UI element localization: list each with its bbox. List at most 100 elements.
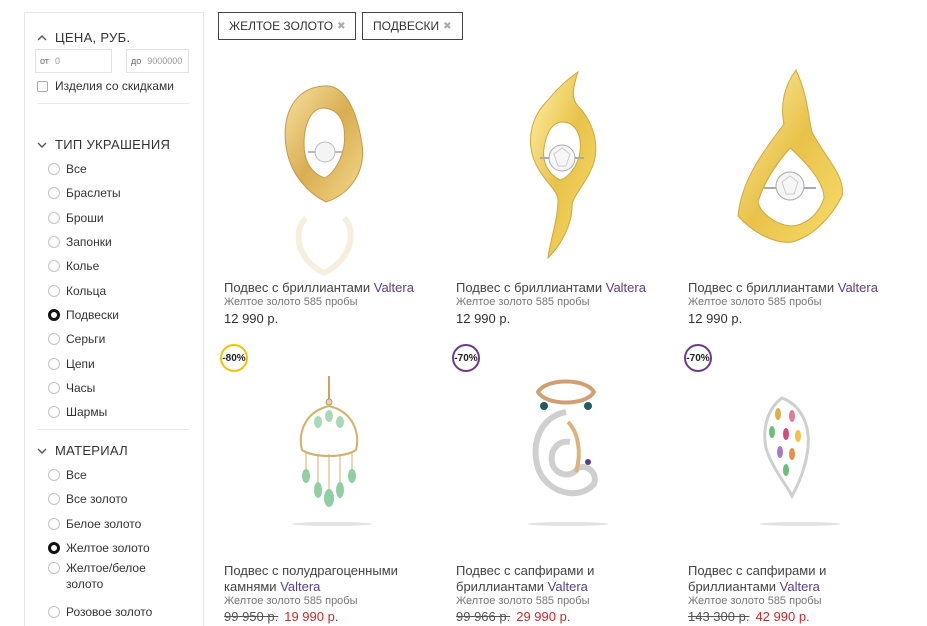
type-option-label: Подвески xyxy=(66,307,119,322)
radio-selected-icon[interactable] xyxy=(48,542,60,555)
radio-icon[interactable] xyxy=(48,406,60,419)
product-title[interactable]: Подвес с сапфирами и бриллиантами Valter… xyxy=(688,563,908,595)
shadow xyxy=(528,522,608,526)
product-price: 99 950 р. 19 990 р. xyxy=(224,609,339,624)
radio-icon[interactable] xyxy=(48,381,60,394)
type-option[interactable]: Браслеты xyxy=(48,181,198,205)
price-section-title: ЦЕНА, РУБ. xyxy=(55,30,131,45)
shadow xyxy=(760,522,840,526)
material-option-label: Белое золото xyxy=(66,516,142,531)
material-option-label: Все xyxy=(66,468,87,483)
brand-link[interactable]: Valtera xyxy=(280,579,320,594)
product-material: Желтое золото 585 пробы xyxy=(224,296,358,308)
product-image[interactable] xyxy=(516,372,616,532)
radio-icon[interactable] xyxy=(48,163,60,176)
radio-icon[interactable] xyxy=(48,333,60,346)
radio-icon[interactable] xyxy=(48,493,60,506)
brand-link[interactable]: Valtera xyxy=(374,280,414,295)
type-option[interactable]: Запонки xyxy=(48,230,198,254)
price-to-input[interactable]: до 9000000 xyxy=(126,49,189,73)
radio-icon[interactable] xyxy=(48,236,60,249)
product-card[interactable]: -70% Подвес с сапфирами и бриллиантами V… xyxy=(684,342,908,626)
product-card[interactable]: -70% Подвес с сапфирами и бриллиантами V… xyxy=(452,342,676,626)
close-icon[interactable]: ✖ xyxy=(337,21,345,32)
product-title[interactable]: Подвес с бриллиантами Valtera xyxy=(224,280,444,296)
chip-label: ПОДВЕСКИ xyxy=(373,19,440,33)
type-option[interactable]: Цепи xyxy=(48,351,198,375)
type-option-label: Запонки xyxy=(66,235,112,250)
radio-icon[interactable] xyxy=(48,469,60,482)
price-from-input[interactable]: от 0 xyxy=(35,49,112,73)
discount-checkbox[interactable] xyxy=(37,80,48,92)
material-option[interactable]: Желтое/белое золото xyxy=(48,560,198,600)
type-option[interactable]: Часы xyxy=(48,376,198,400)
radio-icon[interactable] xyxy=(48,517,60,530)
radio-icon[interactable] xyxy=(48,211,60,224)
type-option[interactable]: Шармы xyxy=(48,400,198,424)
type-section-header[interactable]: ТИП УКРАШЕНИЯ xyxy=(37,137,170,152)
type-option[interactable]: Серьги xyxy=(48,327,198,351)
price-section-header[interactable]: ЦЕНА, РУБ. xyxy=(37,30,130,45)
product-title[interactable]: Подвес с бриллиантами Valtera xyxy=(688,280,908,296)
discount-checkbox-row[interactable]: Изделия со скидками xyxy=(37,79,174,93)
material-radio-list: Все Все золото Белое золото Желтое золото Же… xyxy=(48,463,198,624)
radio-icon[interactable] xyxy=(48,284,60,297)
product-card[interactable]: Подвес с бриллиантами Valtera Желтое зол… xyxy=(224,60,444,330)
active-filter-chip[interactable]: ПОДВЕСКИ ✖ xyxy=(362,12,463,40)
chevron-up-icon xyxy=(37,33,47,43)
product-material: Желтое золото 585 пробы xyxy=(456,595,590,607)
chip-label: ЖЕЛТОЕ ЗОЛОТО xyxy=(229,19,334,33)
product-material: Желтое золото 585 пробы xyxy=(688,296,822,308)
type-option-label: Цепи xyxy=(66,356,95,371)
close-icon[interactable]: ✖ xyxy=(443,21,451,32)
material-option-label: Розовое золото xyxy=(66,605,153,620)
brand-link[interactable]: Valtera xyxy=(780,579,820,594)
type-option[interactable]: Броши xyxy=(48,206,198,230)
material-option[interactable]: Розовое золото xyxy=(48,600,198,624)
discount-badge: -70% xyxy=(684,344,712,372)
material-option[interactable]: Все xyxy=(48,463,198,487)
price-from-placeholder: 0 xyxy=(54,56,60,66)
discount-label: Изделия со скидками xyxy=(55,79,174,93)
active-filter-chip[interactable]: ЖЕЛТОЕ ЗОЛОТО ✖ xyxy=(218,12,357,40)
radio-icon[interactable] xyxy=(48,260,60,273)
type-option[interactable]: Колье xyxy=(48,254,198,278)
product-title[interactable]: Подвес с бриллиантами Valtera xyxy=(456,280,676,296)
product-title[interactable]: Подвес с полудрагоценными камнями Valter… xyxy=(224,563,444,595)
product-price: 12 990 р. xyxy=(688,311,743,326)
radio-icon[interactable] xyxy=(48,562,60,575)
type-option[interactable]: Все xyxy=(48,157,198,181)
brand-link[interactable]: Valtera xyxy=(606,280,646,295)
brand-link[interactable]: Valtera xyxy=(838,280,878,295)
type-option[interactable]: Подвески xyxy=(48,303,198,327)
radio-icon[interactable] xyxy=(48,357,60,370)
product-material: Желтое золото 585 пробы xyxy=(224,595,358,607)
material-option[interactable]: Белое золото xyxy=(48,512,198,536)
product-image[interactable] xyxy=(496,66,626,271)
product-image[interactable] xyxy=(752,392,822,502)
material-option-label: Все золото xyxy=(66,492,128,507)
product-title[interactable]: Подвес с сапфирами и бриллиантами Valter… xyxy=(456,563,676,595)
brand-link[interactable]: Valtera xyxy=(548,579,588,594)
type-radio-list: Все Браслеты Броши Запонки Колье Кольца Подвес… xyxy=(48,157,198,424)
material-section-header[interactable]: МАТЕРИАЛ xyxy=(37,443,128,458)
type-option-label: Кольца xyxy=(66,283,107,298)
product-card[interactable]: Подвес с бриллиантами Valtera Желтое зол… xyxy=(688,60,908,330)
divider xyxy=(37,103,189,104)
product-image[interactable] xyxy=(284,372,374,532)
material-option[interactable]: Желтое золото xyxy=(48,536,198,560)
product-card[interactable]: -80% Подвес с полудрагоценными камнями V… xyxy=(220,342,444,626)
product-card[interactable]: Подвес с бриллиантами Valtera Желтое зол… xyxy=(456,60,676,330)
product-image[interactable] xyxy=(724,66,854,271)
material-option[interactable]: Все золото xyxy=(48,487,198,511)
price-to-label: до xyxy=(131,56,142,66)
shadow xyxy=(292,522,372,526)
type-option[interactable]: Кольца xyxy=(48,278,198,302)
product-image[interactable] xyxy=(264,68,384,278)
radio-selected-icon[interactable] xyxy=(48,308,60,321)
product-material: Желтое золото 585 пробы xyxy=(688,595,822,607)
price-to-placeholder: 9000000 xyxy=(147,56,183,66)
radio-icon[interactable] xyxy=(48,606,60,619)
radio-icon[interactable] xyxy=(48,187,60,200)
type-option-label: Серьги xyxy=(66,332,106,347)
